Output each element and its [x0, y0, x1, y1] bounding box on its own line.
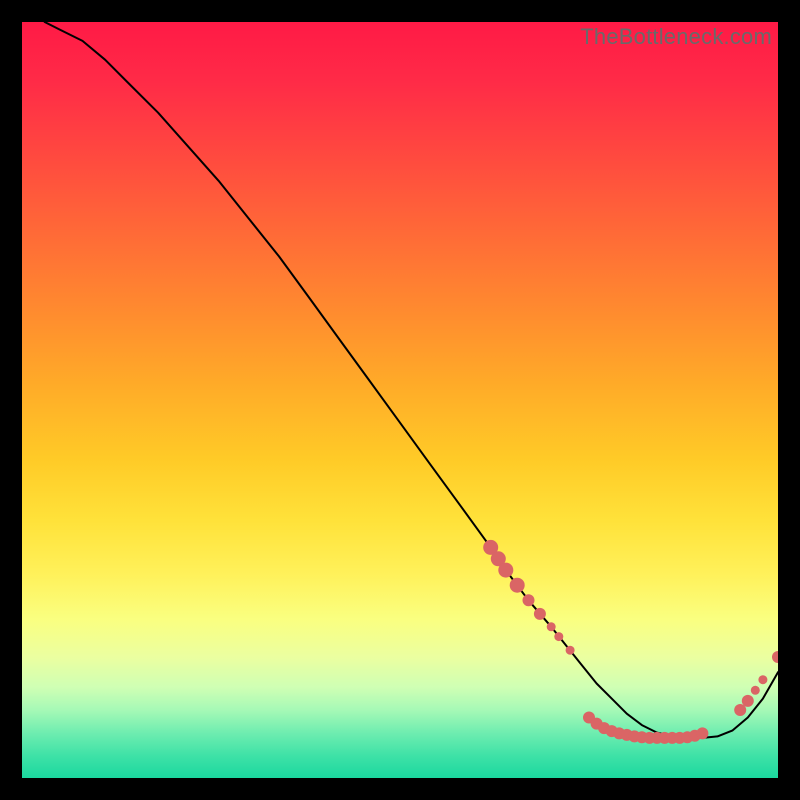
- chart-frame: TheBottleneck.com: [22, 22, 778, 778]
- background-gradient: [22, 22, 778, 778]
- plot-area: TheBottleneck.com: [22, 22, 778, 778]
- watermark-text: TheBottleneck.com: [580, 24, 772, 50]
